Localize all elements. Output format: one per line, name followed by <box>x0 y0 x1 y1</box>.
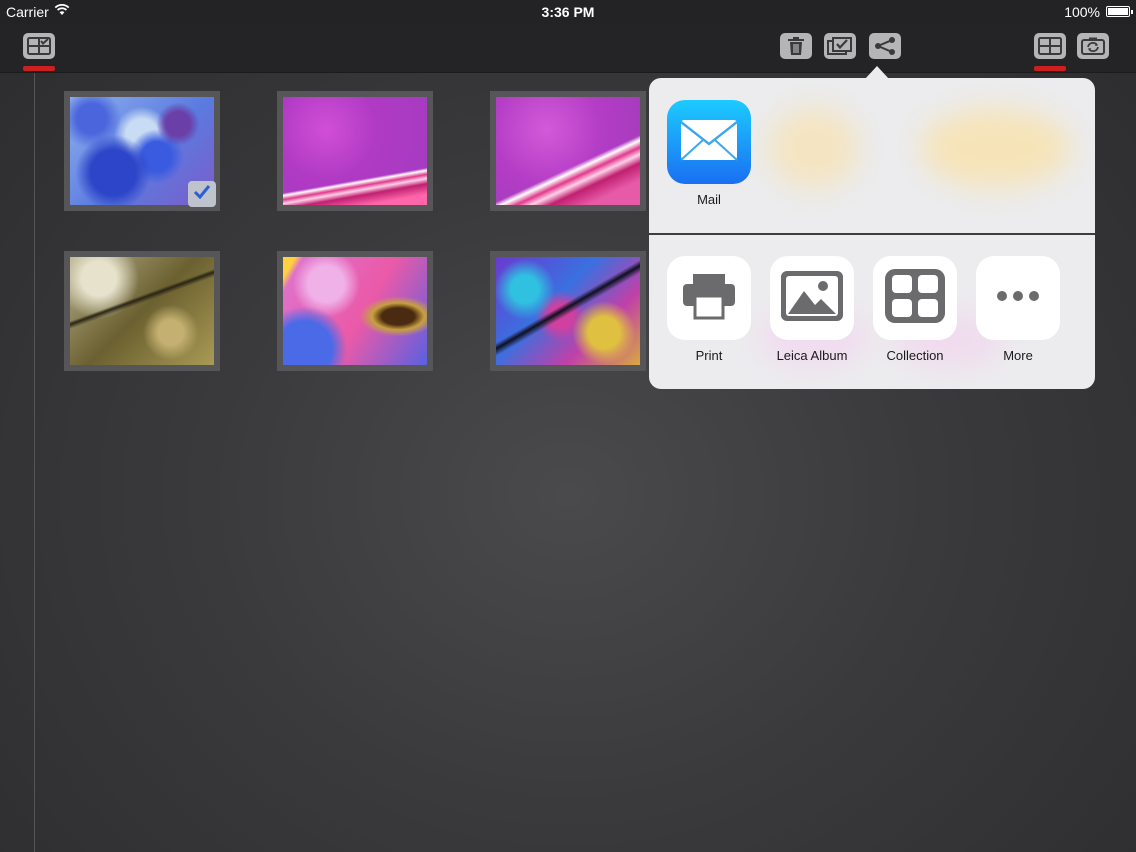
select-all-icon <box>826 36 854 56</box>
select-grid-icon <box>26 36 52 56</box>
toolbar <box>0 24 1136 73</box>
micrograph-image <box>283 257 427 365</box>
active-indicator-left <box>23 66 55 71</box>
select-all-button[interactable] <box>824 33 856 59</box>
grid-view-button[interactable] <box>1034 33 1066 59</box>
more-icon <box>996 289 1040 307</box>
camera-switch-button[interactable] <box>1077 33 1109 59</box>
more-label: More <box>1003 348 1033 363</box>
leica-album-tile[interactable] <box>770 256 854 340</box>
grid-view-icon <box>1037 36 1063 56</box>
share-button[interactable] <box>869 33 901 59</box>
print-label: Print <box>695 348 723 363</box>
thumbnail-blue-cells[interactable] <box>64 91 220 211</box>
share-sheet-divider <box>649 233 1095 235</box>
blurred-app-icon <box>921 108 1071 188</box>
micrograph-image <box>496 257 640 365</box>
micrograph-image <box>496 97 640 205</box>
delete-button[interactable] <box>780 33 812 59</box>
battery-percent: 100% <box>1064 4 1100 20</box>
mail-icon <box>679 118 739 167</box>
print-icon <box>681 272 737 325</box>
thumbnail-olive-mineral[interactable] <box>64 251 220 371</box>
thumbnail-multicolor-crystal[interactable] <box>490 251 646 371</box>
print-tile[interactable] <box>667 256 751 340</box>
status-bar: Carrier 3:36 PM 100% <box>0 0 1136 24</box>
camera-switch-icon <box>1080 36 1106 56</box>
thumbnail-pink-crystal[interactable] <box>277 251 433 371</box>
checkmark-icon <box>193 184 211 205</box>
photo-album-icon <box>779 269 845 328</box>
share-sheet: Mail Print Leica Album Collection More <box>649 78 1095 389</box>
battery-icon <box>1106 6 1133 17</box>
blurred-app-icon <box>769 108 859 188</box>
thumbnail-pink-tissue-2[interactable] <box>490 91 646 211</box>
leica-album-label: Leica Album <box>776 348 848 363</box>
micrograph-image <box>70 257 214 365</box>
thumbnail-pink-tissue-1[interactable] <box>277 91 433 211</box>
selected-check-badge[interactable] <box>188 181 216 207</box>
active-indicator-right <box>1034 66 1066 71</box>
more-tile[interactable] <box>976 256 1060 340</box>
clock: 3:36 PM <box>541 4 595 20</box>
trash-icon <box>787 36 805 56</box>
collection-label: Collection <box>886 348 944 363</box>
left-divider <box>34 73 35 852</box>
micrograph-image <box>283 97 427 205</box>
share-icon <box>873 36 897 56</box>
select-grid-button[interactable] <box>23 33 55 59</box>
mail-tile[interactable] <box>667 100 751 184</box>
collection-icon <box>883 267 947 330</box>
collection-tile[interactable] <box>873 256 957 340</box>
mail-label: Mail <box>697 192 721 207</box>
